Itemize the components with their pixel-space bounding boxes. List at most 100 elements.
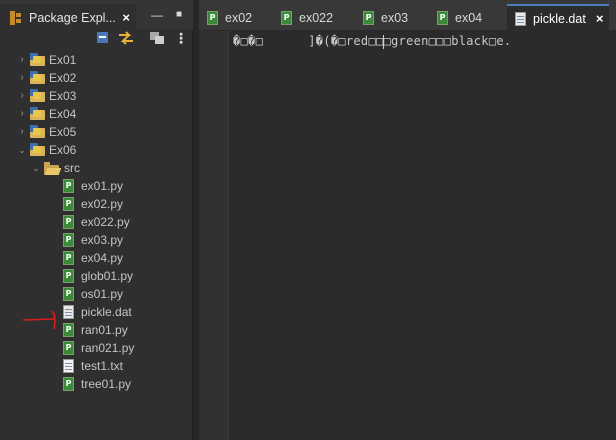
project-label: Ex01 (49, 53, 77, 67)
file-label: os01.py (81, 287, 124, 301)
package-explorer-tabbar: Package Expl... × — ■ (0, 0, 193, 31)
python-file-icon: P (63, 197, 75, 211)
line-number-gutter (199, 31, 229, 440)
text-file-icon (63, 359, 75, 373)
editor-tab-ex02[interactable]: P ex02 (207, 4, 252, 31)
project-folder-icon (30, 53, 46, 67)
file-row-ex022[interactable]: P ex022.py (0, 213, 193, 231)
python-file-icon: P (63, 251, 75, 265)
minimize-icon[interactable]: — (150, 8, 164, 22)
file-row-ran021[interactable]: P ran021.py (0, 339, 193, 357)
chevron-down-icon[interactable]: ⌄ (30, 162, 42, 174)
project-tree: › Ex01 › Ex02 › Ex03 › Ex04 › Ex05 ⌄ Ex0… (0, 51, 193, 393)
file-row-ex02[interactable]: P ex02.py (0, 195, 193, 213)
file-label: ran01.py (81, 323, 128, 337)
file-row-ex01[interactable]: P ex01.py (0, 177, 193, 195)
chevron-right-icon[interactable]: › (16, 54, 28, 66)
python-file-icon: P (207, 10, 219, 25)
editor-tab-ex04[interactable]: P ex04 (437, 4, 482, 31)
file-row-tree01[interactable]: P tree01.py (0, 375, 193, 393)
ide-window: Package Expl... × — ■ ⋮ › Ex01 › Ex02 › … (0, 0, 616, 440)
source-folder-icon (44, 161, 62, 175)
file-label: ex022.py (81, 215, 130, 229)
project-folder-icon (30, 143, 46, 157)
chevron-right-icon[interactable]: › (16, 90, 28, 102)
python-file-icon: P (63, 377, 75, 391)
editor-tab-label: ex022 (299, 10, 334, 25)
editor-tab-pickle-dat[interactable]: pickle.dat × (507, 4, 610, 31)
python-file-icon: P (63, 287, 75, 301)
project-folder-icon (30, 71, 46, 85)
file-label: ex02.py (81, 197, 124, 211)
package-explorer-icon (10, 10, 22, 25)
file-label: ex01.py (81, 179, 124, 193)
python-file-icon: P (437, 10, 449, 25)
package-explorer-tab[interactable]: Package Expl... × (0, 4, 136, 31)
project-label: Ex05 (49, 125, 77, 139)
chevron-right-icon[interactable]: › (16, 126, 28, 138)
view-menu-icon[interactable]: ⋮ (174, 31, 190, 47)
project-label: Ex04 (49, 107, 77, 121)
project-row-ex02[interactable]: › Ex02 (0, 69, 193, 87)
file-label: ex03.py (81, 233, 124, 247)
project-row-ex01[interactable]: › Ex01 (0, 51, 193, 69)
data-file-icon (515, 11, 527, 26)
data-file-icon (63, 305, 75, 319)
editor-tab-label: ex03 (381, 10, 409, 25)
binary-content-line: �□�□ ]�(�□red□□□green□□□black□e. (233, 34, 512, 48)
python-file-icon: P (63, 233, 75, 247)
editor-text-area[interactable]: �□�□ ]�(�□red□□□green□□□black□e. (199, 31, 616, 440)
chevron-right-icon[interactable]: › (16, 108, 28, 120)
package-explorer-panel: Package Expl... × — ■ ⋮ › Ex01 › Ex02 › … (0, 0, 193, 440)
project-label: Ex02 (49, 71, 77, 85)
python-file-icon: P (63, 179, 75, 193)
file-row-glob01[interactable]: P glob01.py (0, 267, 193, 285)
package-explorer-title: Package Expl... (29, 10, 116, 25)
close-icon[interactable]: × (596, 11, 604, 26)
python-file-icon: P (63, 341, 75, 355)
editor-tab-ex03[interactable]: P ex03 (363, 4, 408, 31)
chevron-right-icon[interactable]: › (16, 72, 28, 84)
file-label: pickle.dat (81, 305, 132, 319)
project-folder-icon (30, 107, 46, 121)
maximize-icon[interactable]: ■ (172, 8, 186, 22)
editor-tab-label: pickle.dat (533, 11, 586, 26)
file-row-os01[interactable]: P os01.py (0, 285, 193, 303)
editor-tabbar: P ex02 P ex022 P ex03 P ex04 pickle.dat … (199, 0, 616, 31)
file-label: ex04.py (81, 251, 124, 265)
python-file-icon: P (63, 323, 75, 337)
package-explorer-toolbar: ⋮ (0, 31, 193, 49)
python-file-icon: P (63, 215, 75, 229)
file-label: glob01.py (81, 269, 134, 283)
python-file-icon: P (63, 269, 75, 283)
project-label: Ex03 (49, 89, 77, 103)
file-row-ex04[interactable]: P ex04.py (0, 249, 193, 267)
project-folder-icon (30, 125, 46, 139)
editor-tab-label: ex04 (455, 10, 483, 25)
project-label: Ex06 (49, 143, 77, 157)
close-icon[interactable]: × (122, 10, 130, 25)
text-caret (383, 35, 384, 49)
python-file-icon: P (363, 10, 375, 25)
editor-tab-ex022[interactable]: P ex022 (281, 4, 333, 31)
chevron-down-icon[interactable]: ⌄ (16, 144, 28, 156)
link-with-editor-icon[interactable] (118, 31, 134, 47)
project-row-ex03[interactable]: › Ex03 (0, 87, 193, 105)
collapse-all-icon[interactable] (96, 31, 112, 47)
project-folder-icon (30, 89, 46, 103)
file-row-ex03[interactable]: P ex03.py (0, 231, 193, 249)
file-row-test1-txt[interactable]: test1.txt (0, 357, 193, 375)
project-row-ex06[interactable]: ⌄ Ex06 (0, 141, 193, 159)
project-row-ex05[interactable]: › Ex05 (0, 123, 193, 141)
annotation-arrow-icon (22, 310, 56, 330)
file-label: ran021.py (81, 341, 135, 355)
file-label: tree01.py (81, 377, 132, 391)
src-folder-row[interactable]: ⌄ src (0, 159, 193, 177)
src-folder-label: src (64, 161, 80, 175)
python-file-icon: P (281, 10, 293, 25)
filters-icon[interactable] (149, 31, 165, 47)
file-label: test1.txt (81, 359, 124, 373)
editor-tab-label: ex02 (225, 10, 253, 25)
editor-area: P ex02 P ex022 P ex03 P ex04 pickle.dat … (199, 0, 616, 440)
project-row-ex04[interactable]: › Ex04 (0, 105, 193, 123)
